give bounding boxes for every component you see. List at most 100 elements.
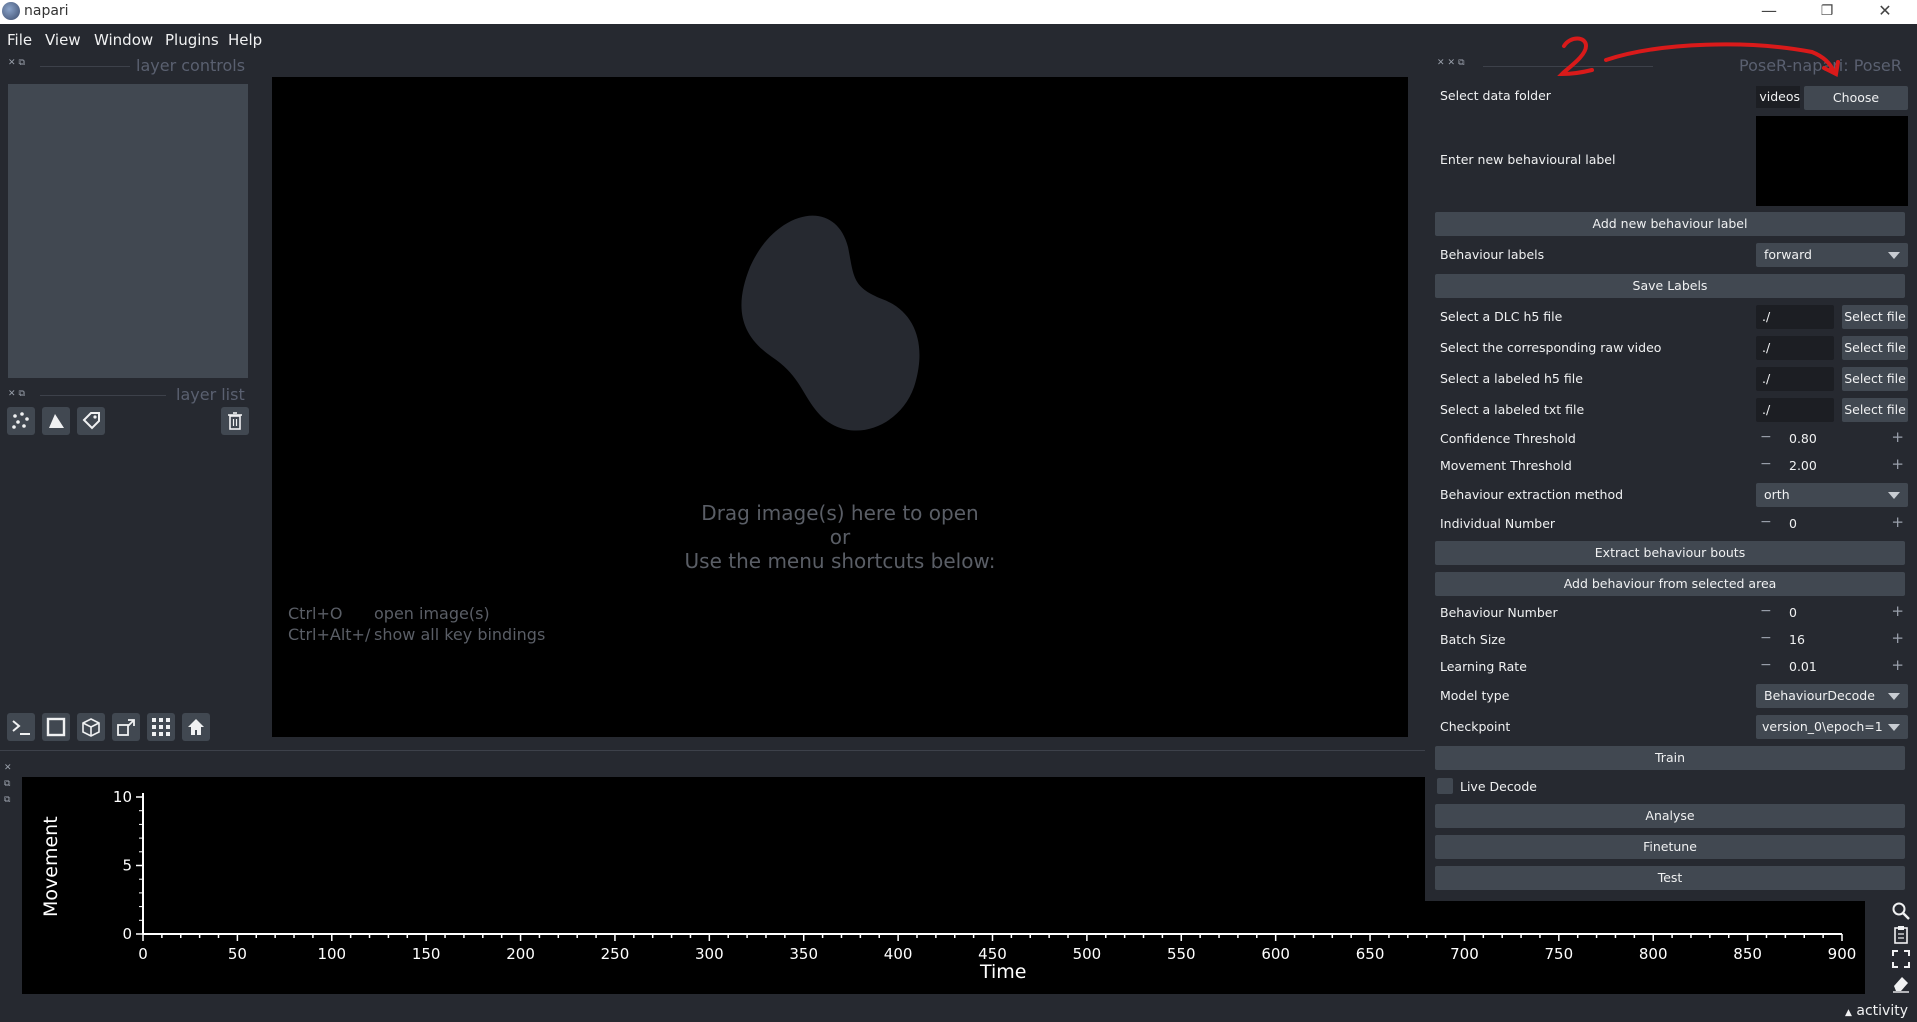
console-button[interactable] xyxy=(7,713,35,741)
x-tick-label: 400 xyxy=(884,945,913,963)
close-window-button[interactable]: ✕ xyxy=(1860,0,1910,24)
x-tick-label: 500 xyxy=(1073,945,1102,963)
clipboard-icon[interactable] xyxy=(1891,925,1911,945)
decrement-icon[interactable]: − xyxy=(1760,603,1772,619)
individual-number-spinbox[interactable]: − 0 + xyxy=(1756,513,1908,535)
menu-file[interactable]: File xyxy=(7,31,32,49)
add-behaviour-from-area-button[interactable]: Add behaviour from selected area xyxy=(1435,572,1905,596)
new-labels-layer-button[interactable] xyxy=(77,407,105,435)
confidence-threshold-value: 0.80 xyxy=(1789,431,1817,446)
increment-icon[interactable]: + xyxy=(1891,656,1904,674)
labeled-txt-select-button[interactable]: Select file xyxy=(1842,398,1908,422)
increment-icon[interactable]: + xyxy=(1891,428,1904,446)
save-labels-button[interactable]: Save Labels xyxy=(1435,274,1905,298)
caret-up-icon: ▲ xyxy=(1845,1008,1852,1018)
batch-size-value: 16 xyxy=(1789,632,1805,647)
extraction-method-dropdown[interactable]: orth xyxy=(1756,483,1908,507)
ndisplay-button[interactable] xyxy=(42,713,70,741)
menu-plugins[interactable]: Plugins xyxy=(165,31,219,49)
checkpoint-dropdown[interactable]: version_0\epoch=1 xyxy=(1756,715,1908,739)
increment-icon[interactable]: + xyxy=(1891,629,1904,647)
roll-dims-button[interactable] xyxy=(77,713,105,741)
learning-rate-spinbox[interactable]: − 0.01 + xyxy=(1756,656,1908,678)
increment-icon[interactable]: + xyxy=(1891,513,1904,531)
shortcut-key: Ctrl+O xyxy=(288,604,343,623)
activity-toggle[interactable]: ▲ activity xyxy=(1845,1003,1908,1019)
extract-behaviour-bouts-button[interactable]: Extract behaviour bouts xyxy=(1435,541,1905,565)
decrement-icon[interactable]: − xyxy=(1760,429,1772,445)
increment-icon[interactable]: + xyxy=(1891,602,1904,620)
x-tick-label: 150 xyxy=(412,945,441,963)
menu-view[interactable]: View xyxy=(45,31,81,49)
increment-icon[interactable]: + xyxy=(1891,455,1904,473)
behaviour-number-value: 0 xyxy=(1789,605,1797,620)
extraction-method-label: Behaviour extraction method xyxy=(1440,487,1624,502)
x-tick-label: 550 xyxy=(1167,945,1196,963)
finetune-button[interactable]: Finetune xyxy=(1435,835,1905,859)
y-tick-label: 5 xyxy=(122,857,132,875)
x-tick-label: 600 xyxy=(1261,945,1290,963)
menu-help[interactable]: Help xyxy=(228,31,262,49)
decrement-icon[interactable]: − xyxy=(1760,514,1772,530)
labeled-h5-path-input[interactable]: ./ xyxy=(1756,367,1834,391)
widget-dock-buttons[interactable]: ✕✕⧉ xyxy=(1437,58,1468,68)
delete-layer-button[interactable] xyxy=(221,407,249,435)
layer-list-dock-buttons[interactable]: ✕⧉ xyxy=(8,389,28,399)
decrement-icon[interactable]: − xyxy=(1760,630,1772,646)
shortcut-description: open image(s) xyxy=(374,604,490,623)
x-tick-label: 800 xyxy=(1639,945,1668,963)
data-folder-value: videos xyxy=(1759,89,1800,104)
raw-video-select-button[interactable]: Select file xyxy=(1842,336,1908,360)
movement-threshold-value: 2.00 xyxy=(1789,458,1817,473)
new-points-layer-button[interactable] xyxy=(7,407,35,435)
dlc-h5-path-input[interactable]: ./ xyxy=(1756,305,1834,329)
y-axis-label: Movement xyxy=(40,816,62,917)
x-tick-label: 50 xyxy=(228,945,247,963)
decrement-icon[interactable]: − xyxy=(1760,657,1772,673)
x-tick-label: 650 xyxy=(1356,945,1385,963)
movement-threshold-spinbox[interactable]: − 2.00 + xyxy=(1756,455,1908,477)
analyse-button[interactable]: Analyse xyxy=(1435,804,1905,828)
minimize-button[interactable]: — xyxy=(1744,0,1794,24)
home-button[interactable] xyxy=(182,713,210,741)
dlc-h5-select-button[interactable]: Select file xyxy=(1842,305,1908,329)
layer-controls-dock-buttons[interactable]: ✕⧉ xyxy=(8,58,28,68)
live-decode-checkbox[interactable] xyxy=(1437,778,1453,794)
train-button[interactable]: Train xyxy=(1435,746,1905,770)
restore-button[interactable]: ❐ xyxy=(1802,0,1852,24)
new-shapes-layer-button[interactable] xyxy=(42,407,70,435)
fullscreen-icon[interactable] xyxy=(1891,949,1911,969)
grid-view-button[interactable] xyxy=(147,713,175,741)
behaviour-number-spinbox[interactable]: − 0 + xyxy=(1756,602,1908,624)
napari-welcome-logo xyxy=(741,215,920,431)
add-behaviour-label-button[interactable]: Add new behaviour label xyxy=(1435,212,1905,236)
zoom-icon[interactable] xyxy=(1891,901,1911,921)
menu-window[interactable]: Window xyxy=(94,31,153,49)
learning-rate-label: Learning Rate xyxy=(1440,659,1527,674)
raw-video-path-input[interactable]: ./ xyxy=(1756,336,1834,360)
eraser-icon[interactable] xyxy=(1891,973,1911,993)
behaviour-number-label: Behaviour Number xyxy=(1440,605,1558,620)
labeled-txt-path-input[interactable]: ./ xyxy=(1756,398,1834,422)
console-icon xyxy=(12,720,30,735)
plot-dock-buttons[interactable]: ✕ ⧉ ⧉ xyxy=(4,760,14,808)
new-label-textbox[interactable] xyxy=(1756,116,1908,206)
test-button[interactable]: Test xyxy=(1435,866,1905,890)
square-icon xyxy=(46,717,66,737)
labeled-h5-select-button[interactable]: Select file xyxy=(1842,367,1908,391)
decrement-icon[interactable]: − xyxy=(1760,456,1772,472)
checkpoint-label: Checkpoint xyxy=(1440,719,1511,734)
tag-icon xyxy=(82,412,100,430)
confidence-threshold-spinbox[interactable]: − 0.80 + xyxy=(1756,428,1908,450)
poser-widget: ✕✕⧉ PoseR-napari: PoseR Select data fold… xyxy=(1425,56,1917,901)
behaviour-labels-dropdown[interactable]: forward xyxy=(1756,243,1908,267)
shortcut-key: Ctrl+Alt+/ xyxy=(288,625,371,644)
viewer-canvas[interactable]: Drag image(s) here to open or Use the me… xyxy=(272,77,1408,737)
x-tick-label: 300 xyxy=(695,945,724,963)
individual-number-label: Individual Number xyxy=(1440,516,1556,531)
grid-icon xyxy=(152,718,170,736)
title-bar: napari — ❐ ✕ xyxy=(0,0,1917,24)
model-type-dropdown[interactable]: BehaviourDecode xyxy=(1756,684,1908,708)
batch-size-spinbox[interactable]: − 16 + xyxy=(1756,629,1908,651)
transpose-button[interactable] xyxy=(112,713,140,741)
